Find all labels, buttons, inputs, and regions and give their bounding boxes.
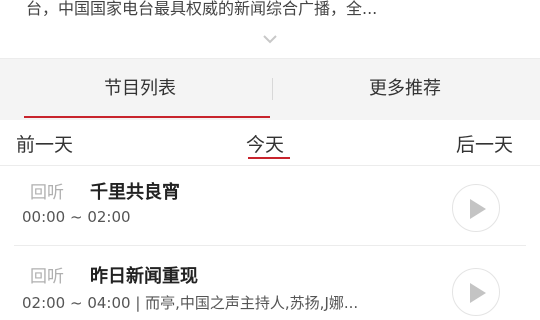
program-time: 02:00 ~ 04:00 | 而亭,中国之声主持人,苏扬,J娜...	[22, 294, 359, 312]
previous-day-button[interactable]: 前一天	[16, 130, 73, 157]
program-title: 昨日新闻重现	[90, 266, 198, 287]
day-selector: 前一天 今天 后一天	[0, 122, 540, 166]
program-time: 00:00 ~ 02:00	[22, 208, 131, 226]
play-icon	[470, 199, 486, 219]
active-day-indicator	[248, 157, 290, 159]
tab-program-list[interactable]: 节目列表	[10, 59, 270, 121]
today-button[interactable]: 今天	[246, 130, 284, 157]
play-icon	[470, 283, 486, 303]
divider	[14, 245, 526, 246]
tab-bar: 节目列表 更多推荐	[0, 58, 540, 120]
tab-divider	[272, 78, 273, 100]
list-item[interactable]: 回听 昨日新闻重现 02:00 ~ 04:00 | 而亭,中国之声主持人,苏扬,…	[0, 250, 540, 320]
replay-label: 回听	[30, 267, 64, 287]
list-item[interactable]: 回听 千里共良宵 00:00 ~ 02:00	[0, 166, 540, 246]
active-tab-indicator	[24, 116, 270, 118]
chevron-down-icon[interactable]	[262, 30, 278, 44]
replay-label: 回听	[30, 183, 64, 203]
next-day-button[interactable]: 后一天	[456, 130, 513, 157]
play-button[interactable]	[452, 184, 500, 232]
program-description: 台，中国国家电台最具权威的新闻综合广播，全...	[26, 0, 378, 18]
program-title: 千里共良宵	[90, 182, 180, 203]
play-button[interactable]	[452, 268, 500, 316]
tab-more-recommendations[interactable]: 更多推荐	[280, 59, 530, 121]
